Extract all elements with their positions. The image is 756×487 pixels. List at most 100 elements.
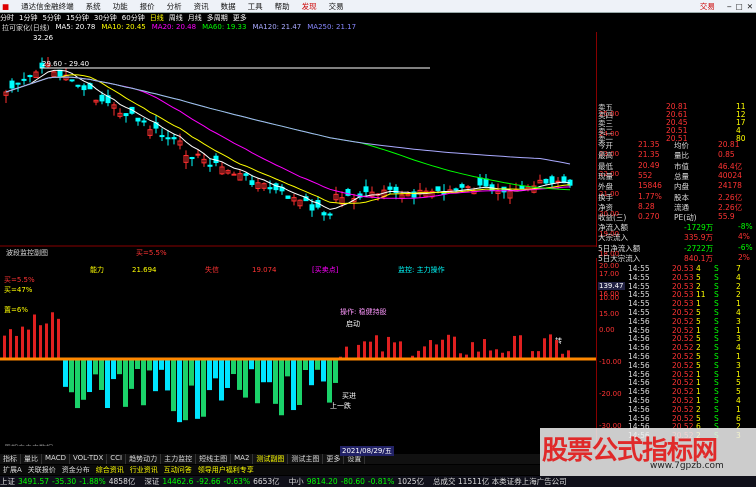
close-icon[interactable]: ✕ (747, 2, 753, 11)
period-bar: 分时 1分钟 5分钟 15分钟 30分钟 60分钟 日线 周线 月线 多周期 更多 (0, 13, 430, 22)
menu-news[interactable]: 资讯 (194, 1, 209, 12)
stat-row: 收益(三) 0.270 PE(动) 55.9 (596, 212, 756, 222)
event-start: 启动 (346, 319, 360, 328)
tick-n: 1 (736, 325, 741, 335)
minimize-icon[interactable]: ‒ (727, 2, 732, 11)
indicator-tab-9[interactable]: 测试副图 (253, 454, 289, 464)
tick-p: 20.53 (672, 264, 694, 273)
period-tab-10[interactable]: 更多 (233, 13, 247, 23)
index-quote[interactable]: 深证 14462.6 -92.66 -0.63% 6653亿 (144, 476, 282, 487)
period-tab-3[interactable]: 15分钟 (66, 13, 89, 23)
menu-data[interactable]: 数据 (221, 1, 236, 12)
indicator-bar (183, 359, 188, 421)
stat-v2: 20.81 (718, 140, 740, 149)
indicator-tab-4[interactable]: CCI (107, 454, 127, 464)
tick-p: 20.52 (672, 334, 694, 344)
indicator-tab-3[interactable]: VOL-TDX (70, 454, 108, 464)
tick-v: 1 (696, 369, 701, 379)
indicator-tab-7[interactable]: 短线主图 (196, 454, 232, 464)
tick-d: S (714, 378, 719, 388)
info-tab-3[interactable]: 综合资讯 (93, 465, 127, 475)
maximize-icon[interactable]: □ (736, 2, 743, 11)
period-tab-7[interactable]: 周线 (169, 13, 183, 23)
index-chg: -80.60 (340, 477, 365, 486)
tick-v: 5 (696, 308, 701, 317)
tick-n: 1 (736, 369, 741, 379)
tick-d: S (714, 308, 719, 317)
indicator-bar (147, 359, 152, 371)
period-tab-5[interactable]: 60分钟 (122, 13, 145, 23)
tick-n: 2 (736, 281, 741, 291)
period-tab-8[interactable]: 月线 (188, 13, 202, 23)
flow-row: 5日净流入额 -2722万 -6% (596, 243, 756, 253)
period-tab-1[interactable]: 1分钟 (19, 13, 37, 23)
tick-n: 7 (736, 264, 741, 273)
menu-tools[interactable]: 工具 (248, 1, 263, 12)
menu-function[interactable]: 功能 (113, 1, 128, 12)
indicator-tab-5[interactable]: 趋势动力 (126, 454, 162, 464)
tick-t: 14:55 (628, 281, 650, 291)
period-tab-4[interactable]: 30分钟 (94, 13, 117, 23)
tick-p: 20.53 (672, 272, 694, 282)
indicator-tab-1[interactable]: 量比 (21, 454, 42, 464)
indicator-bar (357, 344, 360, 359)
info-tab-1[interactable]: 关联报价 (25, 465, 59, 475)
info-tab-4[interactable]: 行业资讯 (127, 465, 161, 475)
index-quote[interactable]: 中小 9814.20 -80.60 -0.81% 1025亿 (289, 476, 427, 487)
stat-row: 外盘 15846 内盘 24178 (596, 181, 756, 191)
menu-trade[interactable]: 交易 (329, 1, 344, 12)
indicator-tab-2[interactable]: MACD (42, 454, 70, 464)
menu-help[interactable]: 帮助 (275, 1, 290, 12)
candle-body (453, 188, 459, 191)
period-tab-9[interactable]: 多周期 (207, 13, 228, 23)
indicator-header: 波段监控副图 买=5.5% (0, 248, 596, 258)
menu-quote[interactable]: 报价 (140, 1, 155, 12)
tick-p: 20.52 (672, 369, 694, 379)
candle-body (231, 173, 237, 176)
indicator-chart[interactable]: 能力 21.694 失信 19.074 [买卖点] 监控: 主力操作 买=5.5… (0, 258, 596, 454)
index-amt: 1025亿 (397, 477, 425, 486)
period-tab-0[interactable]: 分时 (0, 13, 14, 23)
info-tab-5[interactable]: 互动问答 (161, 465, 195, 475)
indicator-bar (225, 359, 230, 388)
indicator-tab-8[interactable]: MA2 (231, 454, 254, 464)
indicator-bar (249, 359, 254, 370)
candle-body (75, 84, 81, 87)
loss-value: 19.074 (252, 266, 277, 274)
tick-v: 5 (696, 272, 701, 282)
indicator-tab-0[interactable]: 指标 (0, 454, 21, 464)
indicator-bar (255, 359, 260, 404)
indicator-tabs: 指标 量比 MACD VOL-TDX CCI 趋势动力 主力监控 短线主图 MA2 测试副图 测试主… (0, 454, 540, 464)
indicator-pct-label: 买=5.5% (136, 249, 167, 257)
indicator-bar (15, 335, 18, 359)
menu-analysis[interactable]: 分析 (167, 1, 182, 12)
tick-p: 20.52 (672, 378, 694, 388)
indicator-bar (423, 346, 426, 359)
info-tab-0[interactable]: 扩展A (0, 465, 25, 475)
tick-d: S (714, 360, 719, 370)
menu-system[interactable]: 系统 (86, 1, 101, 12)
index-quote[interactable]: 上证 3491.57 -35.30 -1.88% 4858亿 (0, 476, 138, 487)
indicator-tab-10[interactable]: 测试主图 (288, 454, 324, 464)
info-tab-6[interactable]: 领导用户福利专享 (195, 465, 257, 475)
indicator-bar (87, 359, 92, 393)
indicator-tab-6[interactable]: 主力监控 (161, 454, 197, 464)
index-pct: -0.81% (367, 477, 395, 486)
price-chart[interactable]: 29.60 - 29.40 32.26 (0, 32, 596, 247)
tick-v: 5 (696, 334, 701, 344)
period-tab-2[interactable]: 5分钟 (42, 13, 60, 23)
quote-panel: 卖五 20.81 11 卖四 20.61 12 卖三 20.45 17 卖二 20.51 4 卖一 20.… (596, 12, 756, 440)
tick-p: 20.53 (672, 281, 694, 291)
info-tab-2[interactable]: 资金分布 (59, 465, 93, 475)
tick-p: 20.52 (672, 352, 694, 361)
trade-link-right[interactable]: 交易 (700, 1, 715, 12)
indicator-bar (267, 359, 272, 383)
indicator-bar (21, 326, 24, 359)
menu-discover[interactable]: 发现 (302, 1, 317, 12)
indicator-bar (429, 340, 432, 359)
tick-t: 14:56 (628, 352, 650, 361)
period-tab-6[interactable]: 日线 (150, 13, 164, 23)
fund-label: [买卖点] (312, 266, 339, 274)
indicator-bar (387, 336, 390, 359)
stat-v1: 20.49 (638, 160, 660, 170)
